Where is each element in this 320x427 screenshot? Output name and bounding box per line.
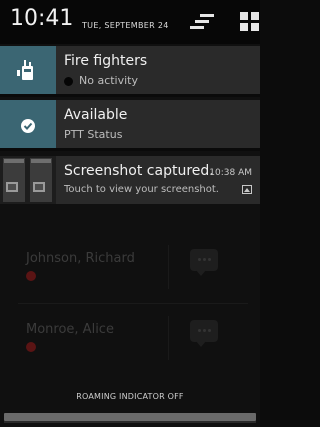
notification-time: 10:38 AM xyxy=(209,168,252,178)
notification-title: Fire fighters xyxy=(64,53,148,69)
divider xyxy=(0,94,260,97)
notification-shade-header: 10:41 TUE, SEPTEMBER 24 xyxy=(0,0,260,44)
notification-subtitle: Touch to view your screenshot. xyxy=(64,184,219,195)
clear-notifications-icon[interactable] xyxy=(190,12,214,32)
status-dot-icon xyxy=(64,76,73,86)
divider xyxy=(18,303,248,304)
background-contact-name: Monroe, Alice xyxy=(26,322,114,337)
divider xyxy=(4,421,256,423)
image-icon xyxy=(242,185,252,194)
notification-title: Screenshot captured. xyxy=(64,163,214,179)
notification-title: Available xyxy=(64,107,128,123)
divider xyxy=(168,316,169,360)
notification-subtitle: No activity xyxy=(64,74,138,87)
chat-bubble-icon xyxy=(190,320,218,347)
background-contact-row: Monroe, Alice xyxy=(0,314,260,384)
presence-dot-icon xyxy=(26,271,36,281)
divider xyxy=(168,245,169,289)
notification-fire-fighters[interactable]: Fire fighters No activity xyxy=(0,46,260,94)
notification-screenshot[interactable]: Screenshot captured. 10:38 AM Touch to v… xyxy=(0,156,260,204)
notification-icon-box xyxy=(0,100,56,148)
background-contact-name: Johnson, Richard xyxy=(26,251,135,266)
presence-dot-icon xyxy=(26,342,36,352)
chat-bubble-icon xyxy=(190,249,218,276)
roaming-indicator-text: ROAMING INDICATOR OFF xyxy=(76,392,184,401)
notification-subtitle: PTT Status xyxy=(64,128,123,141)
notification-icon-box xyxy=(0,46,56,94)
check-circle-icon xyxy=(21,119,35,133)
notification-subtitle-text: No activity xyxy=(79,74,139,87)
clock-time: 10:41 xyxy=(10,6,74,31)
walkie-talkie-icon xyxy=(17,60,33,80)
screenshot-thumbnail-icon xyxy=(0,156,56,204)
shade-drag-handle[interactable] xyxy=(4,413,256,421)
clock-date: TUE, SEPTEMBER 24 xyxy=(82,21,169,30)
divider xyxy=(0,148,260,151)
notification-available[interactable]: Available PTT Status xyxy=(0,100,260,148)
quick-settings-icon[interactable] xyxy=(240,10,260,34)
